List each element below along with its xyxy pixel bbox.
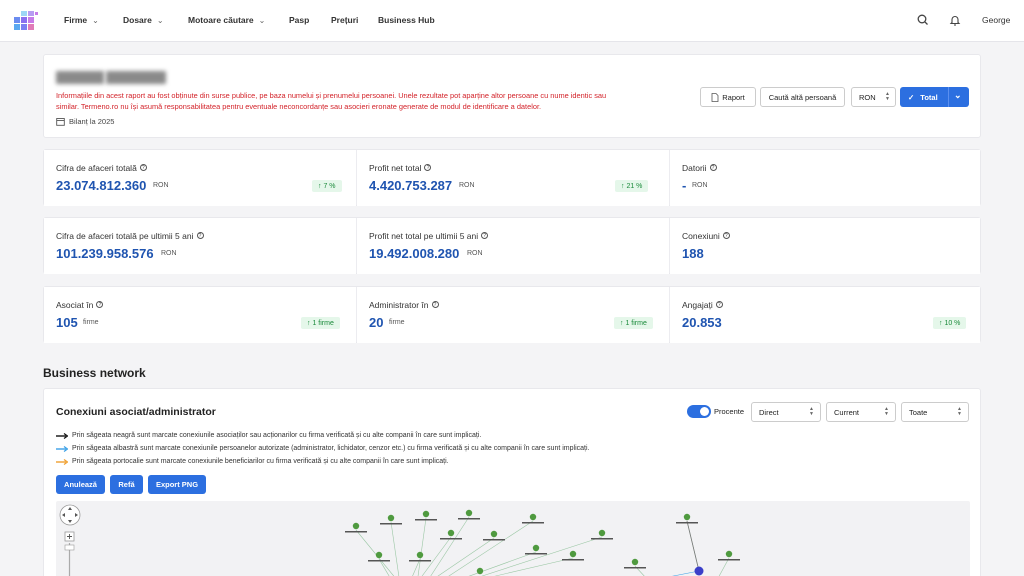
- stat-value: 20: [369, 315, 384, 330]
- anuleaza-button[interactable]: Anulează: [56, 475, 105, 494]
- network-graph[interactable]: [56, 501, 970, 576]
- stat-value: 20.853: [682, 315, 722, 330]
- growth-badge: ↑ 10 %: [933, 317, 967, 329]
- stat-value: 105: [56, 315, 78, 330]
- direct-select[interactable]: Direct ▲ ▼: [751, 402, 821, 422]
- stat-unit: firme: [389, 319, 405, 326]
- help-icon[interactable]: ?: [481, 232, 489, 239]
- help-icon[interactable]: ?: [196, 232, 204, 239]
- zoom-slider-handle[interactable]: [64, 544, 75, 551]
- section-title-business-network: Business network: [43, 366, 146, 380]
- procente-toggle[interactable]: [687, 405, 711, 418]
- check-icon: ✓: [908, 92, 915, 102]
- chevron-down-icon: ⌄: [156, 16, 164, 25]
- network-graph-canvas[interactable]: [56, 501, 970, 576]
- nav-firme[interactable]: Firme ⌄: [64, 15, 99, 25]
- select-arrows-icon: ▲ ▼: [885, 91, 890, 102]
- stat-datorii: Datorii? - RON: [670, 150, 980, 206]
- stat-value: 4.420.753.287: [369, 178, 453, 193]
- help-icon[interactable]: ?: [709, 164, 717, 171]
- stat-value: -: [682, 178, 687, 193]
- stat-unit: RON: [153, 182, 169, 189]
- legend-orange-arrow: Prin săgeata portocalie sunt marcate con…: [56, 458, 449, 465]
- network-card: Conexiuni asociat/administrator Procente…: [43, 388, 981, 576]
- stats-row-1: Cifra de afaceri totală? 23.074.812.360 …: [43, 149, 981, 206]
- current-select[interactable]: Current ▲ ▼: [826, 402, 896, 422]
- growth-badge: ↑ 1 firme: [614, 317, 653, 329]
- help-icon[interactable]: ?: [424, 164, 432, 171]
- pan-control[interactable]: [59, 504, 81, 526]
- nav-motoare-cautare[interactable]: Motoare căutare ⌄: [188, 15, 265, 25]
- person-name-blurred: [56, 71, 166, 84]
- search-icon[interactable]: [916, 13, 930, 27]
- help-icon[interactable]: ?: [96, 301, 104, 308]
- stat-unit: RON: [467, 250, 483, 257]
- stat-value: 19.492.008.280: [369, 246, 460, 261]
- arrow-orange-icon: [56, 458, 68, 465]
- stat-unit: RON: [459, 182, 475, 189]
- stats-row-3: Asociat în? 105 firme ↑ 1 firme Administ…: [43, 286, 981, 343]
- stat-cifra-5-ani: Cifra de afaceri totală pe ultimii 5 ani…: [44, 218, 356, 274]
- network-title: Conexiuni asociat/administrator: [56, 406, 216, 418]
- bilant-label: Bilanț la 2025: [69, 117, 115, 126]
- growth-badge: ↑ 21 %: [615, 180, 649, 192]
- user-menu[interactable]: George: [982, 15, 1010, 25]
- arrow-blue-icon: [56, 445, 68, 452]
- bilant-date: Bilanț la 2025: [56, 117, 114, 126]
- zoom-in-icon[interactable]: [64, 531, 75, 542]
- person-header-card: Informațiile din acest raport au fost ob…: [43, 54, 981, 138]
- disclaimer-text: Informațiile din acest raport au fost ob…: [56, 91, 607, 111]
- toate-select[interactable]: Toate ▲ ▼: [901, 402, 969, 422]
- top-navigation: Firme ⌄ Dosare ⌄ Motoare căutare ⌄ Pasp Pre…: [0, 0, 1024, 42]
- chevron-down-icon: ⌄: [258, 16, 266, 25]
- help-icon[interactable]: ?: [715, 301, 723, 308]
- nav-pasp[interactable]: Pasp: [289, 15, 309, 25]
- arrow-black-icon: [56, 432, 68, 439]
- export-png-button[interactable]: Export PNG: [148, 475, 206, 494]
- cauta-alta-persoana-button[interactable]: Caută altă persoană: [760, 87, 845, 107]
- stat-value: 101.239.958.576: [56, 246, 154, 261]
- legend-black-arrow: Prin săgeata neagră sunt marcate conexiu…: [56, 432, 481, 439]
- stat-value: 23.074.812.360: [56, 178, 147, 193]
- procente-label: Procente: [714, 407, 745, 416]
- graph-nodes[interactable]: [345, 509, 740, 576]
- stat-unit: RON: [692, 182, 708, 189]
- currency-select[interactable]: RON ▲ ▼: [851, 87, 896, 107]
- graph-edges: [355, 516, 730, 576]
- stat-value: 188: [682, 246, 704, 261]
- document-icon: [711, 92, 719, 102]
- legend-blue-arrow: Prin săgeata albastră sunt marcate conex…: [56, 445, 589, 452]
- logo-icon[interactable]: [12, 9, 40, 35]
- stat-asociat: Asociat în? 105 firme ↑ 1 firme: [44, 287, 356, 343]
- select-arrows-icon: ▲ ▼: [957, 406, 962, 417]
- help-icon[interactable]: ?: [431, 301, 439, 308]
- stat-angajati: Angajați? 20.853 ↑ 10 %: [670, 287, 980, 343]
- stat-profit-net: Profit net total? 4.420.753.287 RON ↑ 21…: [357, 150, 669, 206]
- growth-badge: ↑ 7 %: [312, 180, 342, 192]
- bell-icon[interactable]: [948, 13, 962, 27]
- stat-cifra-afaceri: Cifra de afaceri totală? 23.074.812.360 …: [44, 150, 356, 206]
- stat-unit: firme: [83, 319, 99, 326]
- stat-administrator: Administrator în? 20 firme ↑ 1 firme: [357, 287, 669, 343]
- stats-row-2: Cifra de afaceri totală pe ultimii 5 ani…: [43, 217, 981, 274]
- refa-button[interactable]: Refă: [110, 475, 143, 494]
- raport-button[interactable]: Raport: [700, 87, 756, 107]
- graph-edge-dark: [686, 520, 700, 572]
- stat-conexiuni: Conexiuni? 188: [670, 218, 980, 274]
- nav-dosare[interactable]: Dosare ⌄: [123, 15, 164, 25]
- total-button[interactable]: ✓ Total ⌄: [900, 87, 969, 107]
- nav-business-hub[interactable]: Business Hub: [378, 15, 435, 25]
- chevron-down-icon: ⌄: [92, 16, 99, 25]
- growth-badge: ↑ 1 firme: [301, 317, 340, 329]
- stat-unit: RON: [161, 250, 177, 257]
- select-arrows-icon: ▲ ▼: [884, 406, 889, 417]
- calendar-icon: [56, 118, 65, 126]
- help-icon[interactable]: ?: [139, 164, 147, 171]
- stat-profit-5-ani: Profit net total pe ultimii 5 ani? 19.49…: [357, 218, 669, 274]
- help-icon[interactable]: ?: [722, 232, 730, 239]
- select-arrows-icon: ▲ ▼: [809, 406, 814, 417]
- nav-preturi[interactable]: Prețuri: [331, 15, 358, 25]
- chevron-down-icon[interactable]: ⌄: [954, 90, 962, 101]
- graph-edge-blue: [671, 570, 700, 576]
